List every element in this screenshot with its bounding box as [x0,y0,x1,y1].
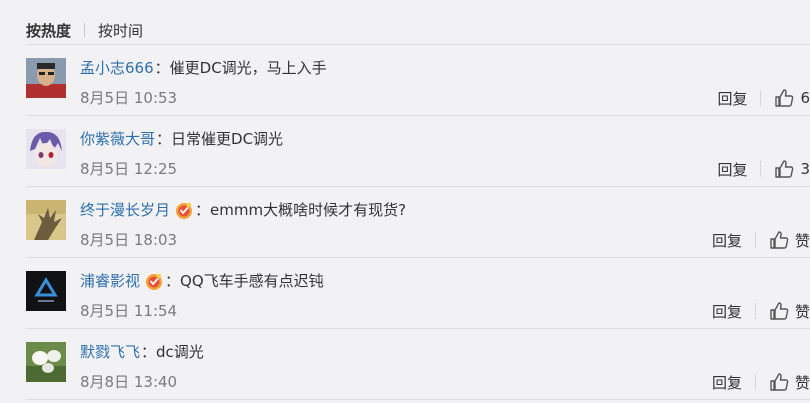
comment-divider [26,328,810,329]
avatar[interactable] [26,58,66,98]
reply-button[interactable]: 回复 [712,230,742,251]
comment-item: 孟小志666 ： 催更DC调光，马上入手 8月5日 10:53 回复 6 [26,44,810,115]
username-link[interactable]: 孟小志666 [80,58,154,78]
action-divider [754,303,756,319]
like-count: 3 [800,160,810,178]
comment-line: 终于漫长岁月 ： emmm大概啥时候才有现货? [80,200,406,220]
reply-button[interactable]: 回复 [712,372,742,393]
comment-time: 8月5日 18:03 [80,231,178,249]
thumbs-up-icon [775,160,794,178]
like-button[interactable]: 赞 [769,372,810,393]
comment-line: 孟小志666 ： 催更DC调光，马上入手 [80,58,327,78]
colon: ： [165,272,181,290]
reply-button[interactable]: 回复 [717,88,747,109]
comment-time: 8月5日 12:25 [80,160,178,178]
like-button[interactable]: 赞 [769,230,810,251]
username-link[interactable]: 默戮飞飞 [80,342,140,362]
action-divider [754,232,756,248]
comment-line: 浦睿影视 ： QQ飞车手感有点迟钝 [80,271,324,291]
comment-item: 你紫薇大哥 ： 日常催更DC调光 8月5日 12:25 回复 3 [26,115,810,186]
like-label: 赞 [794,373,810,392]
comment-text: 催更DC调光，马上入手 [169,59,327,77]
thumbs-up-icon [770,231,789,249]
colon: ： [156,130,172,148]
avatar[interactable] [26,271,66,311]
like-button[interactable]: 3 [774,159,810,179]
comment-time: 8月5日 11:54 [80,302,178,320]
comment-actions: 回复 赞 [712,230,810,250]
thumbs-up-icon [770,302,789,320]
sort-by-hot-tab[interactable]: 按热度 [26,20,71,41]
reply-button[interactable]: 回复 [712,301,742,322]
comment-line: 你紫薇大哥 ： 日常催更DC调光 [80,129,283,149]
comment-text: dc调光 [156,343,204,361]
comment-divider [26,399,810,400]
colon: ： [154,59,170,77]
action-divider [760,90,762,106]
comment-divider [26,44,810,45]
comment-item: 浦睿影视 ： QQ飞车手感有点迟钝 8月5日 11:54 回复 赞 [26,257,810,328]
colon: ： [195,201,211,219]
avatar[interactable] [26,200,66,240]
action-divider [754,374,756,390]
avatar[interactable] [26,342,66,382]
comment-item: 终于漫长岁月 ： emmm大概啥时候才有现货? 8月5日 18:03 回复 赞 [26,186,810,257]
sort-bar: 按热度 按时间 [26,19,143,41]
like-button[interactable]: 6 [774,88,810,108]
like-label: 赞 [794,231,810,250]
comment-item: 默戮飞飞 ： dc调光 8月8日 13:40 回复 赞 [26,328,810,400]
like-count: 6 [800,89,810,107]
avatar[interactable] [26,129,66,169]
username-link[interactable]: 浦睿影视 [80,271,140,291]
comment-divider [26,257,810,258]
colon: ： [141,343,157,361]
username-link[interactable]: 终于漫长岁月 [80,200,170,220]
comment-text: emmm大概啥时候才有现货? [210,201,407,219]
comment-text: 日常催更DC调光 [171,130,284,148]
username-link[interactable]: 你紫薇大哥 [80,129,155,149]
comment-actions: 回复 赞 [712,372,810,392]
fan-badge-icon[interactable] [174,201,194,219]
comment-actions: 回复 赞 [712,301,810,321]
sort-divider [84,23,86,37]
like-button[interactable]: 赞 [769,301,810,322]
comment-time: 8月8日 13:40 [80,373,178,391]
comment-divider [26,186,810,187]
comment-time: 8月5日 10:53 [80,89,178,107]
comment-divider [26,115,810,116]
comment-text: QQ飞车手感有点迟钝 [180,272,324,290]
action-divider [760,161,762,177]
comment-actions: 回复 3 [717,159,810,179]
sort-by-time-tab[interactable]: 按时间 [98,20,143,41]
fan-badge-icon[interactable] [144,272,164,290]
thumbs-up-icon [775,89,794,107]
reply-button[interactable]: 回复 [717,159,747,180]
comment-line: 默戮飞飞 ： dc调光 [80,342,204,362]
thumbs-up-icon [770,373,789,391]
comment-actions: 回复 6 [717,88,810,108]
like-label: 赞 [794,302,810,321]
